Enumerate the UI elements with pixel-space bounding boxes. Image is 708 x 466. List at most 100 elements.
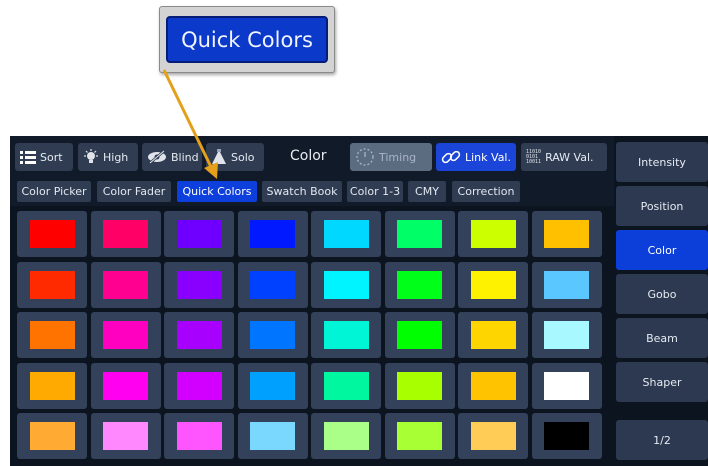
- eye-slash-icon: [147, 150, 167, 164]
- color-console: Sort High Blind Solo Color Timing Link V…: [10, 136, 708, 466]
- color-swatch-button[interactable]: [90, 362, 161, 409]
- sort-label: Sort: [40, 150, 63, 164]
- color-swatch-button[interactable]: [164, 261, 234, 308]
- color-swatch: [397, 270, 442, 299]
- color-swatch: [544, 321, 589, 349]
- color-swatch: [323, 270, 369, 299]
- color-swatch-button[interactable]: [237, 211, 308, 257]
- color-swatch-button[interactable]: [458, 312, 528, 358]
- color-swatch: [250, 270, 295, 299]
- color-swatch: [470, 371, 516, 400]
- callout-quick-colors-label: Quick Colors: [166, 16, 328, 63]
- color-swatch-button[interactable]: [90, 261, 161, 308]
- color-swatch-button[interactable]: [164, 362, 234, 409]
- sort-button[interactable]: Sort: [15, 143, 73, 171]
- link-icon: [441, 147, 461, 167]
- color-swatch: [29, 371, 75, 400]
- page-indicator-button[interactable]: 1/2: [616, 420, 708, 460]
- color-swatch: [176, 220, 222, 248]
- timing-button[interactable]: Timing: [350, 143, 432, 171]
- color-swatch: [250, 371, 295, 400]
- color-swatch-button[interactable]: [384, 362, 455, 409]
- color-swatch-button[interactable]: [311, 312, 381, 358]
- color-swatch-button[interactable]: [458, 362, 528, 409]
- color-swatch-button[interactable]: [458, 261, 528, 308]
- sidebar-item-beam[interactable]: Beam: [616, 318, 708, 358]
- feature-sidebar: Intensity Position Color Gobo Beam Shape…: [614, 136, 708, 466]
- color-swatch-button[interactable]: [531, 362, 602, 409]
- color-swatch: [250, 220, 295, 248]
- binary-icon: 11010 0101 10011: [526, 148, 542, 165]
- color-swatch: [470, 422, 516, 450]
- color-swatch: [103, 321, 148, 349]
- sidebar-item-position[interactable]: Position: [616, 186, 708, 226]
- solo-label: Solo: [231, 150, 255, 164]
- sidebar-item-color[interactable]: Color: [616, 230, 708, 270]
- color-swatch-button[interactable]: [17, 312, 87, 358]
- color-swatch-button[interactable]: [531, 211, 602, 257]
- lightbulb-icon: [83, 149, 99, 165]
- quick-colors-grid: [10, 206, 614, 466]
- page-title: Color: [290, 148, 327, 164]
- color-swatch-button[interactable]: [458, 413, 528, 459]
- color-swatch-button[interactable]: [384, 261, 455, 308]
- color-swatch: [103, 371, 148, 400]
- color-swatch-button[interactable]: [384, 211, 455, 257]
- color-swatch: [397, 321, 442, 349]
- color-swatch: [544, 220, 589, 248]
- color-swatch-button[interactable]: [237, 312, 308, 358]
- raw-val-button[interactable]: 11010 0101 10011 RAW Val.: [521, 143, 607, 171]
- color-swatch: [323, 422, 369, 450]
- timing-label: Timing: [379, 150, 417, 164]
- color-swatch-button[interactable]: [311, 261, 381, 308]
- color-swatch: [323, 220, 369, 248]
- callout-zoom: Quick Colors: [159, 6, 335, 73]
- color-swatch-button[interactable]: [90, 211, 161, 257]
- color-swatch-button[interactable]: [237, 362, 308, 409]
- color-swatch-button[interactable]: [384, 312, 455, 358]
- color-swatch-button[interactable]: [17, 261, 87, 308]
- tab-quick-colors[interactable]: Quick Colors: [177, 181, 257, 202]
- color-swatch-button[interactable]: [531, 261, 602, 308]
- color-swatch-button[interactable]: [531, 312, 602, 358]
- color-swatch-button[interactable]: [164, 312, 234, 358]
- tab-correction[interactable]: Correction: [452, 181, 520, 202]
- tab-color-picker[interactable]: Color Picker: [17, 181, 91, 202]
- color-swatch: [103, 220, 148, 248]
- color-swatch-button[interactable]: [17, 362, 87, 409]
- color-swatch-button[interactable]: [90, 413, 161, 459]
- tab-swatch-book[interactable]: Swatch Book: [262, 181, 342, 202]
- color-swatch-button[interactable]: [311, 362, 381, 409]
- color-swatch: [544, 270, 589, 299]
- color-swatch-button[interactable]: [237, 413, 308, 459]
- color-swatch-button[interactable]: [458, 211, 528, 257]
- color-swatch: [250, 321, 295, 349]
- color-swatch-button[interactable]: [237, 261, 308, 308]
- color-swatch-button[interactable]: [90, 312, 161, 358]
- tab-cmy[interactable]: CMY: [408, 181, 446, 202]
- color-swatch-button[interactable]: [164, 211, 234, 257]
- color-swatch-button[interactable]: [17, 211, 87, 257]
- color-swatch: [103, 422, 148, 450]
- color-swatch-button[interactable]: [17, 413, 87, 459]
- solo-button[interactable]: Solo: [206, 143, 264, 171]
- color-swatch-button[interactable]: [311, 211, 381, 257]
- tab-color-fader[interactable]: Color Fader: [97, 181, 171, 202]
- tab-color-1-3[interactable]: Color 1-3: [347, 181, 403, 202]
- color-swatch: [323, 321, 369, 349]
- sidebar-item-intensity[interactable]: Intensity: [616, 142, 708, 182]
- blind-button[interactable]: Blind: [142, 143, 202, 171]
- color-swatch: [29, 270, 75, 299]
- sidebar-item-gobo[interactable]: Gobo: [616, 274, 708, 314]
- link-val-button[interactable]: Link Val.: [436, 143, 516, 171]
- color-swatch-button[interactable]: [164, 413, 234, 459]
- blind-label: Blind: [171, 150, 199, 164]
- color-swatch-button[interactable]: [311, 413, 381, 459]
- tab-bar: Color Picker Color Fader Quick Colors Sw…: [10, 176, 614, 206]
- color-swatch: [250, 422, 295, 450]
- timer-icon: [355, 147, 375, 167]
- high-button[interactable]: High: [78, 143, 138, 171]
- color-swatch-button[interactable]: [531, 413, 602, 459]
- color-swatch-button[interactable]: [384, 413, 455, 459]
- sidebar-item-shaper[interactable]: Shaper: [616, 362, 708, 402]
